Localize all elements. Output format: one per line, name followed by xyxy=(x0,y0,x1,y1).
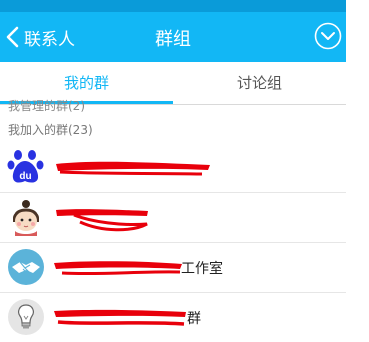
group-name: 工作室 xyxy=(181,261,223,277)
chevron-left-icon xyxy=(6,26,19,48)
back-button[interactable]: 联系人 xyxy=(4,24,75,50)
section-label-managed: 我管理的群(2) xyxy=(8,99,85,113)
back-label: 联系人 xyxy=(24,29,75,50)
group-row[interactable] xyxy=(0,193,346,243)
group-row[interactable]: 工作室 xyxy=(0,243,346,293)
redaction-scribble xyxy=(56,161,210,176)
section-header-joined[interactable]: 我加入的群(23) xyxy=(8,121,93,138)
lightbulb-icon xyxy=(8,299,44,335)
svg-text:du: du xyxy=(19,171,31,182)
cartoon-girl-avatar-icon xyxy=(13,200,39,236)
app-screen: 联系人 群组 我的群 讨论组 我管理的群(2) 我加入的群(23) du 工作室… xyxy=(0,0,346,342)
baidu-paw-logo-icon: du xyxy=(7,150,44,183)
redaction-scribble xyxy=(54,261,182,276)
app-header: 联系人 群组 xyxy=(0,12,346,62)
status-bar xyxy=(0,0,346,12)
redaction-scribble xyxy=(54,309,186,326)
redaction-scribble xyxy=(56,209,148,232)
group-row[interactable]: du xyxy=(0,143,346,193)
section-header-managed[interactable]: 我管理的群(2) xyxy=(8,99,85,113)
screen-margin xyxy=(346,0,369,342)
chevron-down-circle-icon[interactable] xyxy=(314,22,342,50)
group-list: du 工作室 群 xyxy=(0,143,346,342)
group-row[interactable]: 群 xyxy=(0,293,346,342)
tab-discussion-groups[interactable]: 讨论组 xyxy=(173,62,346,105)
handshake-icon xyxy=(8,249,44,285)
